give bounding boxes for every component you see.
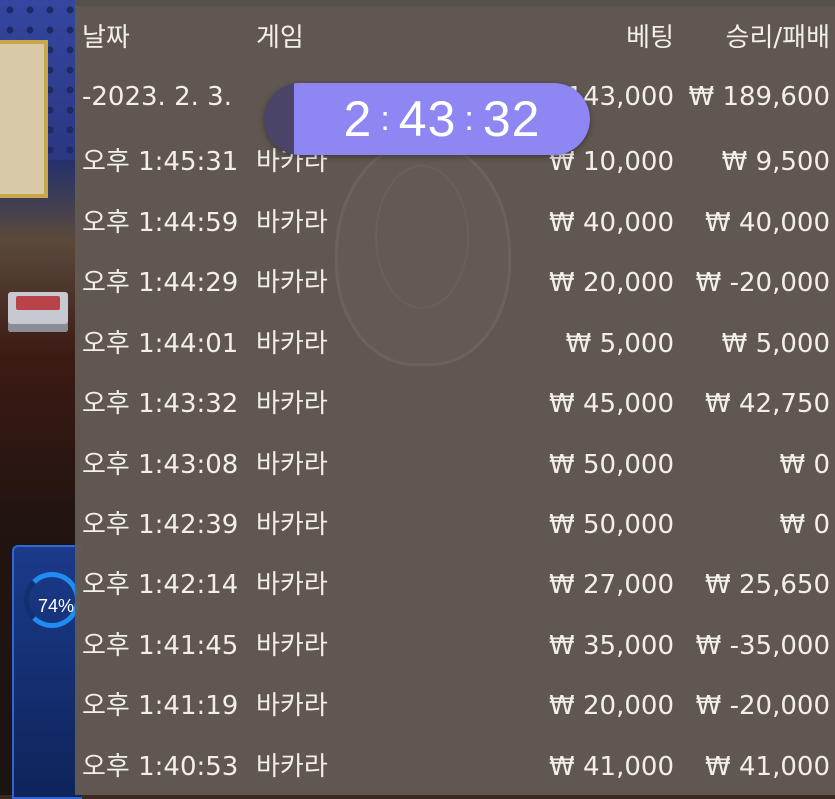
summary-date: -2023. 2. 3.	[82, 82, 232, 112]
row-time: 오후 1:45:31	[82, 147, 239, 177]
row-bet: ₩ 41,000	[549, 752, 674, 782]
row-result: ₩ 0	[779, 510, 830, 540]
row-bet: ₩ 20,000	[549, 691, 674, 721]
timer-minutes: 43	[398, 91, 457, 147]
row-game: 바카라	[256, 510, 328, 540]
timer-seconds: 32	[482, 91, 541, 147]
row-bet: ₩ 50,000	[549, 450, 674, 480]
table-row[interactable]: 오후 1:41:19 바카라 ₩ 20,000 ₩ -20,000	[0, 686, 835, 726]
table-row[interactable]: 오후 1:42:14 바카라 ₩ 27,000 ₩ 25,650	[0, 565, 835, 605]
row-game: 바카라	[256, 208, 328, 238]
row-time: 오후 1:44:01	[82, 329, 239, 359]
timer-display: 2:43:32	[294, 83, 590, 155]
table-row[interactable]: 오후 1:44:59 바카라 ₩ 40,000 ₩ 40,000	[0, 203, 835, 243]
table-row[interactable]: 오후 1:42:39 바카라 ₩ 50,000 ₩ 0	[0, 505, 835, 545]
summary-result: ₩ 189,600	[688, 82, 831, 112]
row-game: 바카라	[256, 268, 328, 298]
timer-separator: :	[464, 100, 475, 138]
row-bet: ₩ 35,000	[549, 631, 674, 661]
header-result: 승리/패배	[725, 23, 830, 53]
table-row[interactable]: 오후 1:43:08 바카라 ₩ 50,000 ₩ 0	[0, 445, 835, 485]
row-result: ₩ 9,500	[721, 147, 830, 177]
row-time: 오후 1:42:14	[82, 570, 239, 600]
row-bet: ₩ 5,000	[565, 329, 674, 359]
row-game: 바카라	[256, 329, 328, 359]
row-bet: ₩ 27,000	[549, 570, 674, 600]
row-game: 바카라	[256, 389, 328, 419]
row-result: ₩ 40,000	[705, 208, 830, 238]
timer-hours: 2	[343, 91, 373, 147]
row-game: 바카라	[256, 570, 328, 600]
row-game: 바카라	[256, 450, 328, 480]
row-time: 오후 1:44:29	[82, 268, 239, 298]
table-header: 날짜 게임 베팅 승리/패배	[0, 18, 835, 58]
row-time: 오후 1:41:19	[82, 691, 239, 721]
row-result: ₩ -35,000	[695, 631, 830, 661]
row-time: 오후 1:43:08	[82, 450, 239, 480]
row-result: ₩ 41,000	[705, 752, 830, 782]
table-row[interactable]: 오후 1:41:45 바카라 ₩ 35,000 ₩ -35,000	[0, 626, 835, 666]
table-row[interactable]: 오후 1:44:01 바카라 ₩ 5,000 ₩ 5,000	[0, 324, 835, 364]
row-time: 오후 1:41:45	[82, 631, 239, 661]
header-date: 날짜	[82, 23, 130, 53]
row-time: 오후 1:43:32	[82, 389, 239, 419]
row-game: 바카라	[256, 631, 328, 661]
header-game: 게임	[256, 23, 304, 53]
row-game: 바카라	[256, 691, 328, 721]
row-bet: ₩ 40,000	[549, 208, 674, 238]
row-bet: ₩ 20,000	[549, 268, 674, 298]
row-result: ₩ 5,000	[721, 329, 830, 359]
row-game: 바카라	[256, 752, 328, 782]
row-bet: ₩ 45,000	[549, 389, 674, 419]
row-time: 오후 1:40:53	[82, 752, 239, 782]
row-time: 오후 1:44:59	[82, 208, 239, 238]
row-result: ₩ -20,000	[695, 268, 830, 298]
table-row[interactable]: 오후 1:43:32 바카라 ₩ 45,000 ₩ 42,750	[0, 384, 835, 424]
header-bet: 베팅	[626, 23, 674, 53]
row-result: ₩ 25,650	[705, 570, 830, 600]
table-row[interactable]: 오후 1:44:29 바카라 ₩ 20,000 ₩ -20,000	[0, 263, 835, 303]
row-bet: ₩ 50,000	[549, 510, 674, 540]
row-time: 오후 1:42:39	[82, 510, 239, 540]
row-result: ₩ 0	[779, 450, 830, 480]
row-result: ₩ -20,000	[695, 691, 830, 721]
elapsed-timer[interactable]: 2:43:32	[264, 83, 590, 155]
row-result: ₩ 42,750	[705, 389, 830, 419]
panel-top-edge	[75, 0, 835, 6]
table-row[interactable]: 오후 1:40:53 바카라 ₩ 41,000 ₩ 41,000	[0, 747, 835, 787]
timer-separator: :	[380, 100, 391, 138]
